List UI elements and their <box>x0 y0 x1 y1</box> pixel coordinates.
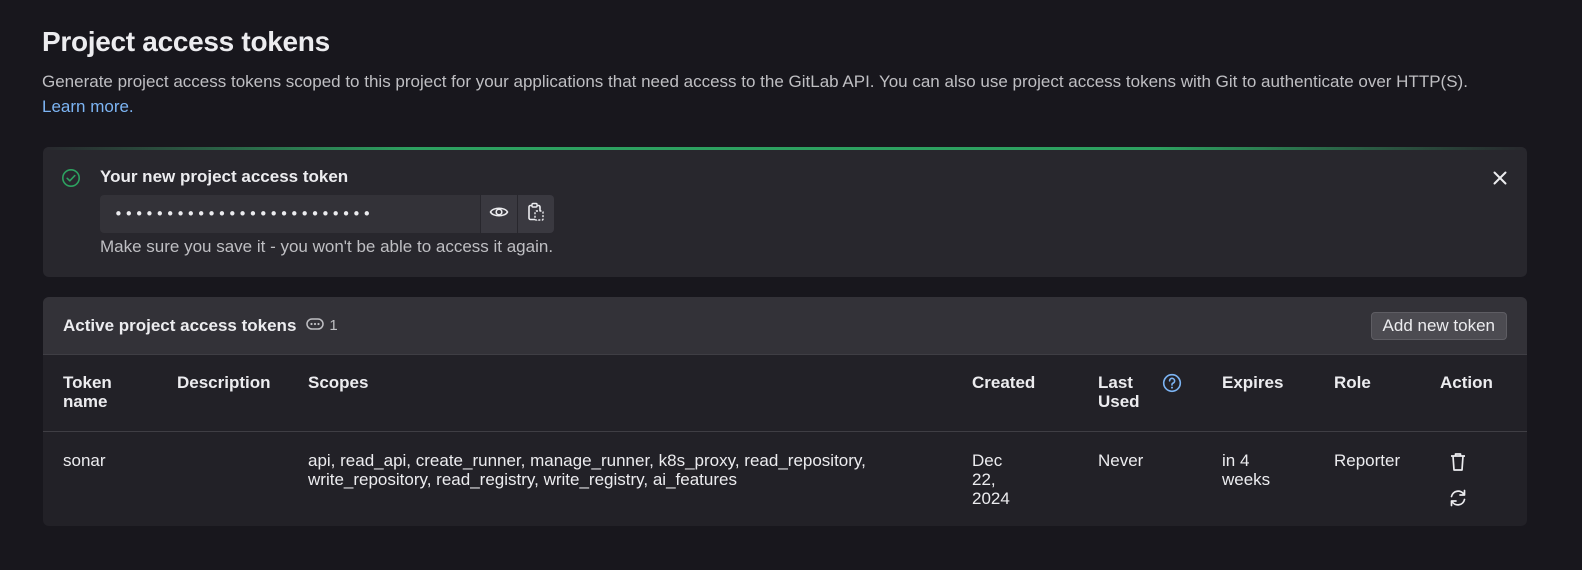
token-expires-cell: in 4 weeks <box>1222 451 1271 489</box>
clipboard-icon <box>527 202 545 227</box>
alert-help-text: Make sure you save it - you won't be abl… <box>100 237 554 256</box>
learn-more-link[interactable]: Learn more. <box>42 97 134 116</box>
token-field-group: ••••••••••••••••••••••••• <box>100 195 554 233</box>
token-scopes-cell: api, read_api, create_runner, manage_run… <box>308 451 866 489</box>
column-header-token-name: Token name <box>43 355 157 432</box>
token-value-field[interactable]: ••••••••••••••••••••••••• <box>100 195 480 233</box>
token-last-used-cell: Never <box>1098 451 1144 470</box>
last-used-help-icon[interactable] <box>1162 373 1182 398</box>
column-header-role: Role <box>1314 355 1420 432</box>
page-description: Generate project access tokens scoped to… <box>42 69 1502 119</box>
page-description-text: Generate project access tokens scoped to… <box>42 72 1468 91</box>
alert-title: Your new project access token <box>100 167 349 186</box>
copy-token-button[interactable] <box>517 195 554 233</box>
action-buttons <box>1440 451 1527 509</box>
column-header-scopes: Scopes <box>288 355 952 432</box>
reveal-token-button[interactable] <box>480 195 517 233</box>
table-header-row: Token name Description Scopes Created La… <box>43 355 1527 432</box>
active-tokens-card: Active project access tokens 1 Add new t… <box>43 297 1527 526</box>
token-count-icon <box>306 317 329 335</box>
check-circle-icon <box>61 168 81 188</box>
column-header-created: Created <box>952 355 1078 432</box>
token-name-cell: sonar <box>63 451 106 470</box>
card-title: Active project access tokens <box>63 315 297 335</box>
column-header-last-used: Last Used <box>1078 355 1202 432</box>
trash-icon[interactable] <box>1448 451 1468 473</box>
rotate-icon[interactable] <box>1448 487 1468 509</box>
column-header-expires: Expires <box>1202 355 1314 432</box>
eye-icon <box>489 202 509 227</box>
token-description-cell <box>157 432 288 510</box>
new-token-alert: Your new project access token ••••••••••… <box>43 147 1527 277</box>
page: Project access tokens Generate project a… <box>0 0 1582 119</box>
token-role-cell: Reporter <box>1334 451 1401 470</box>
token-count-badge: 1 <box>306 317 338 335</box>
token-count-value: 1 <box>329 317 338 334</box>
column-header-action: Action <box>1420 355 1527 432</box>
token-action-cell <box>1420 432 1527 510</box>
alert-accent-line <box>43 147 1527 150</box>
close-icon[interactable] <box>1491 169 1509 187</box>
token-created-cell: Dec 22, 2024 <box>972 451 1010 508</box>
page-title: Project access tokens <box>42 26 330 57</box>
column-header-description: Description <box>157 355 288 432</box>
tokens-table: Token name Description Scopes Created La… <box>43 355 1527 509</box>
add-new-token-button[interactable]: Add new token <box>1370 312 1507 340</box>
table-row: sonar api, read_api, create_runner, mana… <box>43 432 1527 510</box>
card-header: Active project access tokens 1 Add new t… <box>43 297 1527 355</box>
